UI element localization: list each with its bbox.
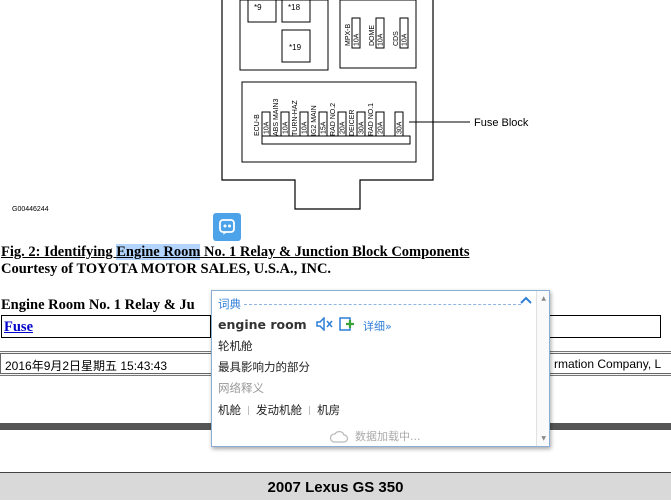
fuse-amp-label: 10A — [378, 33, 385, 46]
dictionary-header: 词典 — [218, 297, 241, 311]
term-separator: | — [308, 406, 312, 416]
fuse-amp-label: 20A — [340, 121, 347, 134]
fuse-amp-label: 10A — [283, 121, 290, 134]
cloud-icon — [329, 429, 349, 448]
fuse-name-label: TURN-HAZ — [292, 100, 299, 136]
add-word-icon[interactable] — [339, 316, 355, 335]
term-separator: | — [247, 406, 251, 416]
diagram-id: G00446244 — [12, 206, 49, 213]
selected-text: Engine Room — [116, 244, 201, 260]
fuse-amp-label: 30A — [397, 121, 404, 134]
courtesy-line: Courtesy of TOYOTA MOTOR SALES, U.S.A., … — [1, 261, 332, 277]
fuse-name-label: ABS MAIN3 — [273, 99, 280, 136]
definition-item: 轮机舱 — [218, 339, 253, 353]
fuse-name-label: RAD NO.2 — [330, 103, 337, 136]
chevron-up-icon[interactable] — [520, 294, 532, 309]
status-datetime: 2016年9月2日星期五 15:43:43 — [0, 353, 212, 374]
web-terms-list: 机舱 | 发动机舱 | 机房 — [218, 402, 340, 418]
speaker-mute-icon[interactable] — [316, 316, 334, 335]
web-term[interactable]: 发动机舱 — [256, 403, 302, 417]
fuse-amp-label: 10A — [354, 33, 361, 46]
relay-label: *9 — [254, 3, 262, 12]
section-heading: Engine Room No. 1 Relay & Ju — [1, 297, 195, 313]
popup-scrollbar[interactable]: ▲ ▼ — [536, 291, 549, 446]
definition-item: 最具影响力的部分 — [218, 360, 310, 374]
dictionary-popup[interactable]: 词典 ▲ ▼ engine room 详细» 轮机舱 最具影响力的部分 网络释义… — [211, 290, 550, 447]
header-divider — [244, 304, 521, 305]
relay-label: *18 — [288, 3, 301, 12]
fuse-amp-label: 10A — [302, 121, 309, 134]
fuse-column-link[interactable]: Fuse — [4, 319, 33, 336]
details-link[interactable]: 详细» — [363, 318, 392, 334]
fuse-amp-label: 10A — [402, 33, 409, 46]
translate-icon[interactable] — [213, 213, 241, 241]
fuse-block-label: Fuse Block — [474, 117, 529, 129]
caption-prefix: Fig. 2: Identifying — [1, 244, 117, 260]
fuse-block-group: ECU-B 10A ABS MAIN3 10A TURN-HAZ 10A IG2 MAIN 1… — [254, 99, 411, 145]
web-term[interactable]: 机舱 — [218, 403, 241, 417]
fuse-name-label: CDS — [393, 31, 400, 46]
dictionary-word: engine room — [218, 317, 307, 332]
scroll-down-arrow-icon[interactable]: ▼ — [541, 435, 546, 442]
caption-suffix: No. 1 Relay & Junction Block Components — [200, 244, 470, 260]
loading-text: 数据加载中... — [355, 430, 421, 443]
fuse-name-label: DEICER — [349, 110, 356, 136]
scroll-up-arrow-icon[interactable]: ▲ — [541, 295, 546, 302]
fuse-name-label: RAD NO.1 — [368, 103, 375, 136]
web-term[interactable]: 机房 — [317, 403, 340, 417]
junction-block-diagram: *9 *18 *19 MPX-B 10A DOME 10A CDS 10A ECU-B 10… — [221, 0, 529, 210]
fuse-amp-label: 10A — [264, 121, 271, 134]
fuse-name-label: ECU-B — [254, 114, 261, 136]
figure-caption: Fig. 2: Identifying Engine Room No. 1 Re… — [1, 244, 469, 261]
fuse-amp-label: 30A — [359, 121, 366, 134]
relay-label: *19 — [289, 43, 302, 52]
fuse-name-label: MPX-B — [345, 24, 352, 47]
fuse-amp-label: 15A — [321, 121, 328, 134]
fuse-amp-label: 20A — [378, 121, 385, 134]
status-company: rmation Company, L — [549, 353, 671, 374]
fuse-connector-strip — [261, 135, 411, 145]
upper-fuse-group: MPX-B 10A DOME 10A CDS 10A — [345, 17, 409, 49]
web-definitions-title: 网络释义 — [218, 381, 264, 395]
page-footer-title: 2007 Lexus GS 350 — [0, 472, 671, 500]
fuse-name-label: IG2 MAIN — [311, 105, 318, 136]
fuse-name-label: DOME — [369, 25, 376, 46]
